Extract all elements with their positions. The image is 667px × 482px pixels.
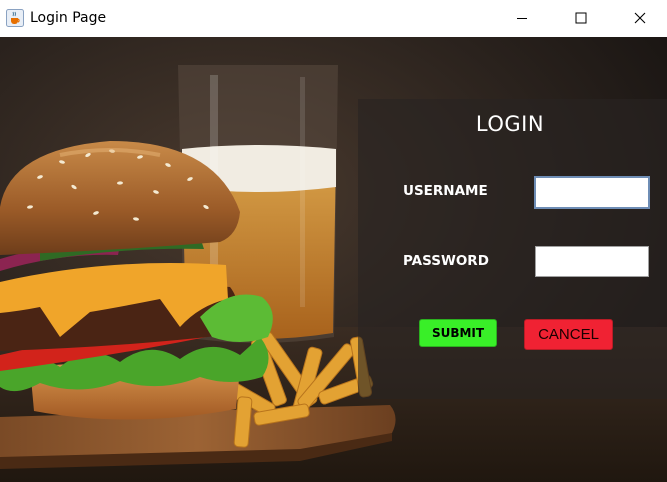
- minimize-icon: [516, 9, 528, 28]
- content-area: LOGIN USERNAME PASSWORD SUBMIT CANCEL: [0, 37, 667, 482]
- password-input[interactable]: [535, 246, 649, 277]
- close-button[interactable]: [617, 0, 663, 36]
- submit-button[interactable]: SUBMIT: [419, 319, 497, 347]
- login-panel: LOGIN USERNAME PASSWORD SUBMIT CANCEL: [358, 99, 667, 399]
- java-cup-icon: [6, 9, 24, 27]
- close-icon: [634, 9, 646, 28]
- title-bar[interactable]: Login Page: [0, 0, 667, 37]
- username-input[interactable]: [534, 176, 650, 209]
- username-label: USERNAME: [403, 183, 488, 199]
- cancel-button[interactable]: CANCEL: [524, 319, 613, 350]
- maximize-icon: [575, 9, 587, 28]
- window-title: Login Page: [30, 10, 107, 26]
- login-title: LOGIN: [475, 112, 545, 136]
- minimize-button[interactable]: [499, 0, 545, 36]
- login-window: Login Page LOGIN USERNAME PASSWORD SUBMI…: [0, 0, 667, 482]
- maximize-button[interactable]: [558, 0, 604, 36]
- password-label: PASSWORD: [403, 253, 489, 269]
